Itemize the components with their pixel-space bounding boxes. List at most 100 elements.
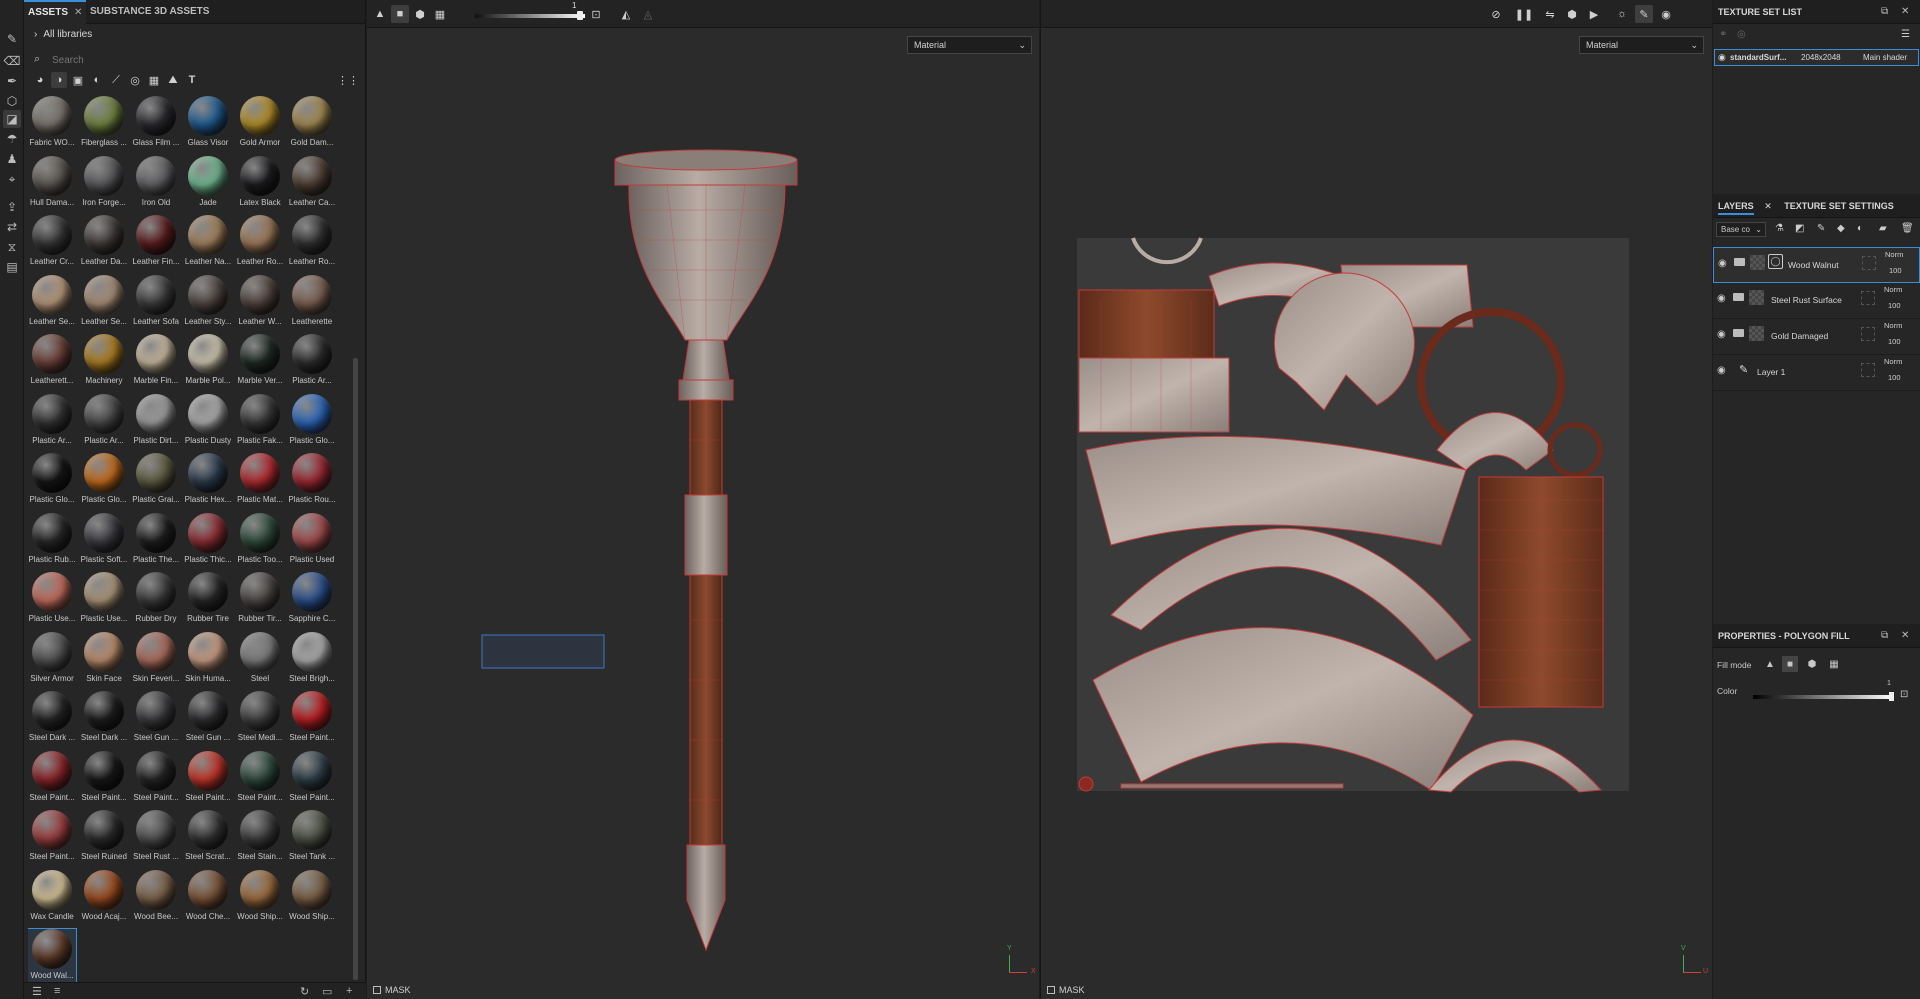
geometry-mask-icon[interactable]: ⬡: [3, 92, 21, 110]
texture-set-row[interactable]: ◉ standardSurf... 2048x2048 Main shader: [1714, 49, 1919, 66]
material-thumbnail[interactable]: Plastic Rub...: [28, 512, 76, 571]
material-thumbnail[interactable]: Plastic Rou...: [286, 453, 336, 511]
eraser-icon[interactable]: ⌫: [3, 52, 21, 70]
refresh-icon[interactable]: ↻: [300, 985, 309, 998]
material-thumbnail[interactable]: Leatherette: [286, 274, 336, 333]
material-thumbnail[interactable]: Steel Paint...: [130, 750, 180, 809]
viewport-3d[interactable]: ▲ ■ ⬢ ▦ 1 ⊡ ◭ ◬ Material ⌄ Y X MASK: [367, 0, 1039, 999]
material-thumbnail[interactable]: Steel Paint...: [28, 750, 76, 809]
material-thumbnail[interactable]: Silver Armor: [28, 631, 76, 690]
material-thumbnail[interactable]: Leather Se...: [78, 274, 128, 333]
add-paint-layer-icon[interactable]: ✎: [1817, 223, 1825, 234]
material-thumbnail[interactable]: Steel Paint...: [234, 750, 284, 809]
eye-icon[interactable]: ◉: [1718, 258, 1727, 269]
material-thumbnail[interactable]: Steel Stain...: [234, 810, 284, 868]
material-thumbnail[interactable]: Glass Film ...: [130, 96, 180, 154]
material-thumbnail[interactable]: Glass Visor: [182, 96, 232, 154]
object-fill-icon[interactable]: ⬢: [1804, 656, 1820, 672]
channel-select[interactable]: Base co ⌄: [1716, 222, 1766, 237]
library-breadcrumb[interactable]: › All libraries: [34, 29, 92, 40]
material-thumbnail[interactable]: Steel Rust ...: [130, 810, 180, 868]
visibility-icon[interactable]: ◎: [1737, 29, 1746, 40]
material-thumbnail[interactable]: Steel: [234, 631, 284, 690]
add-effect-icon[interactable]: ⚗: [1775, 223, 1784, 234]
reset-icon[interactable]: ⊡: [1900, 689, 1908, 700]
material-thumbnail[interactable]: Steel Brigh...: [286, 631, 336, 690]
eye-icon[interactable]: ◉: [1717, 293, 1726, 304]
material-thumbnail[interactable]: Wood Acaj...: [78, 869, 128, 928]
smudge-icon[interactable]: ☂: [3, 130, 21, 148]
material-thumbnail[interactable]: Steel Dark ...: [78, 691, 128, 749]
material-thumbnail[interactable]: Plastic Use...: [28, 572, 76, 630]
material-thumbnail[interactable]: Gold Dam...: [286, 96, 336, 154]
material-thumbnail[interactable]: Plastic Ar...: [286, 334, 336, 392]
quad-fill-icon[interactable]: ■: [1782, 656, 1798, 672]
material-thumbnail[interactable]: Steel Paint...: [28, 810, 76, 868]
blend-mode-select[interactable]: Norm: [1884, 321, 1902, 330]
smart-materials-filter-icon[interactable]: ◑: [51, 72, 67, 88]
undock-icon[interactable]: ⧉: [1881, 0, 1888, 24]
material-thumbnail[interactable]: Plastic Grai...: [130, 453, 180, 511]
document-icon[interactable]: ▤: [3, 258, 21, 276]
material-thumbnail[interactable]: Rubber Tire: [182, 572, 232, 630]
material-thumbnail[interactable]: Marble Fin...: [130, 334, 180, 392]
opacity-value[interactable]: 100: [1888, 301, 1901, 310]
material-thumbnail[interactable]: Wood Che...: [182, 869, 232, 928]
mask-slot[interactable]: [1861, 363, 1875, 377]
tab-texture-set-settings[interactable]: TEXTURE SET SETTINGS: [1784, 201, 1894, 211]
delete-icon[interactable]: 🗑: [1901, 223, 1914, 234]
polygon-fill-icon[interactable]: ◪: [3, 110, 21, 128]
material-thumbnail[interactable]: Wax Candle: [28, 869, 76, 928]
material-thumbnail[interactable]: Leather Ro...: [234, 215, 284, 273]
material-thumbnail[interactable]: Leather Na...: [182, 215, 232, 273]
eye-icon[interactable]: ◉: [1718, 50, 1726, 65]
add-mask-icon[interactable]: ◩: [1795, 223, 1804, 234]
bake-icon[interactable]: ⇪: [3, 198, 21, 216]
material-thumbnail[interactable]: Steel Paint...: [286, 750, 336, 809]
blend-mode-select[interactable]: Norm: [1884, 357, 1902, 366]
blend-mode-select[interactable]: Norm: [1885, 250, 1903, 259]
material-thumbnail[interactable]: Plastic Glo...: [78, 453, 128, 511]
add-fill-layer-icon[interactable]: ◆: [1837, 223, 1845, 234]
material-thumbnail[interactable]: Steel Paint...: [286, 691, 336, 749]
material-thumbnail[interactable]: Steel Dark ...: [28, 691, 76, 749]
layer-row-layer-1[interactable]: ◉ ✎ Layer 1 Norm 100: [1713, 355, 1920, 391]
import-icon[interactable]: ▭: [322, 985, 332, 998]
image-filter-icon[interactable]: ⛰: [165, 72, 181, 88]
material-thumbnail[interactable]: Fabric WO...: [28, 96, 76, 154]
material-picker-icon[interactable]: ⌖: [3, 170, 21, 188]
material-thumbnail[interactable]: Plastic Use...: [78, 572, 128, 630]
layer-row-wood-walnut[interactable]: ◉ ◯ Wood Walnut Norm 100: [1713, 247, 1920, 283]
material-thumbnail[interactable]: Plastic Mat...: [234, 453, 284, 511]
close-icon[interactable]: ✕: [1764, 201, 1772, 211]
uv-fill-icon[interactable]: ▦: [1826, 656, 1842, 672]
assets-scrollbar[interactable]: [353, 358, 358, 980]
mask-slot[interactable]: [1862, 256, 1876, 270]
filter-list-icon[interactable]: ☰: [32, 985, 42, 998]
opacity-value[interactable]: 100: [1889, 266, 1902, 275]
material-thumbnail[interactable]: Machinery: [78, 334, 128, 392]
projection-icon[interactable]: ✒: [3, 72, 21, 90]
material-thumbnail[interactable]: Plastic Ar...: [28, 393, 76, 452]
particles-filter-icon[interactable]: ◎: [127, 72, 143, 88]
material-thumbnail[interactable]: Skin Face: [78, 631, 128, 690]
material-thumbnail[interactable]: Wood Bee...: [130, 869, 180, 928]
material-thumbnail[interactable]: Steel Tank ...: [286, 810, 336, 868]
blend-mode-select[interactable]: Norm: [1884, 285, 1902, 294]
material-thumbnail[interactable]: Wood Wal...: [28, 928, 77, 982]
add-folder-icon[interactable]: ▰: [1879, 223, 1887, 234]
close-icon[interactable]: ✕: [74, 7, 82, 18]
triangle-fill-icon[interactable]: ▲: [1762, 656, 1778, 672]
material-thumbnail[interactable]: Plastic Too...: [234, 512, 284, 571]
material-thumbnail[interactable]: Plastic Glo...: [286, 393, 336, 452]
font-filter-icon[interactable]: T: [184, 72, 200, 88]
add-icon[interactable]: +: [346, 985, 352, 997]
material-thumbnail[interactable]: Leather Ca...: [286, 155, 336, 214]
export-icon[interactable]: ⇄: [3, 218, 21, 236]
material-thumbnail[interactable]: Steel Paint...: [78, 750, 128, 809]
add-smart-material-icon[interactable]: ◐: [1857, 223, 1863, 234]
mask-checkbox[interactable]: [1047, 986, 1055, 994]
material-thumbnail[interactable]: Marble Pol...: [182, 334, 232, 392]
opacity-value[interactable]: 100: [1888, 337, 1901, 346]
material-thumbnail[interactable]: Jade: [182, 155, 232, 214]
